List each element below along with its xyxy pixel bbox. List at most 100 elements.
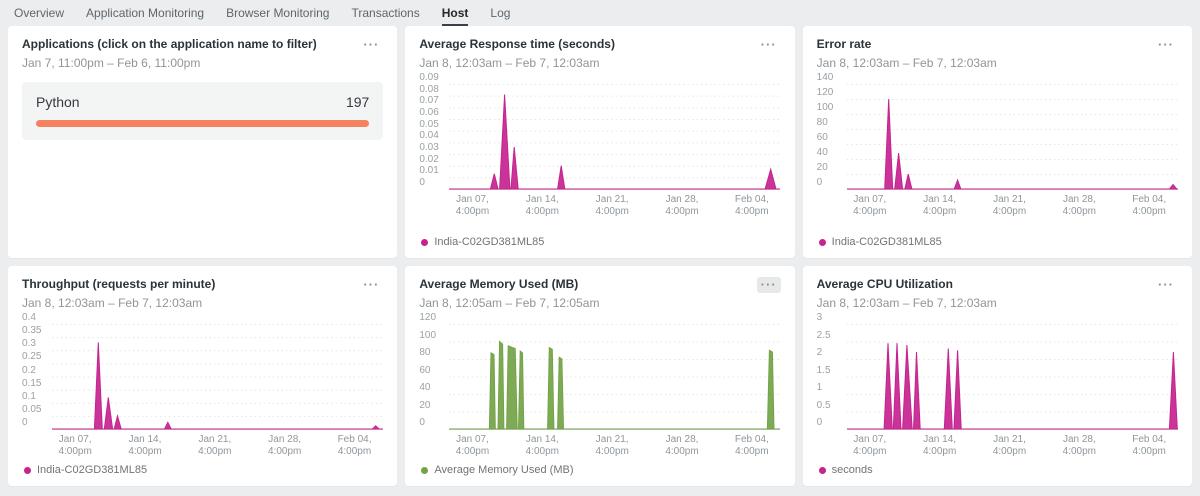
x-axis-tick: Jan 28,4:00pm xyxy=(1047,194,1111,218)
nav-tab-application-monitoring[interactable]: Application Monitoring xyxy=(86,1,204,26)
cpu-panel-daterange: Jan 8, 12:03am – Feb 7, 12:03am xyxy=(817,296,1178,310)
y-axis-tick: 0.05 xyxy=(22,405,41,415)
y-axis-tick: 2 xyxy=(817,348,823,358)
legend-dot-icon xyxy=(24,467,31,474)
y-axis-tick: 80 xyxy=(817,118,828,128)
y-axis-labels: 140120100806040200 xyxy=(817,80,846,190)
y-axis-tick: 0.08 xyxy=(419,85,438,95)
application-count: 197 xyxy=(346,94,369,110)
application-count-bar xyxy=(36,120,369,127)
cpu-panel: Average CPU Utilization ··· Jan 8, 12:03… xyxy=(803,266,1192,486)
chart-plot-area[interactable] xyxy=(847,320,1178,430)
response-time-panel-header: Average Response time (seconds) ··· xyxy=(419,37,780,53)
y-axis-tick: 0.5 xyxy=(817,401,831,411)
overflow-menu-icon[interactable]: ··· xyxy=(757,37,781,53)
response-time-chart[interactable]: 0.090.080.070.060.050.040.030.020.010 Ja… xyxy=(419,80,780,221)
nav-tab-host[interactable]: Host xyxy=(442,1,469,26)
y-axis-tick: 0 xyxy=(817,178,823,188)
throughput-panel-title: Throughput (requests per minute) xyxy=(22,277,359,291)
legend-label: seconds xyxy=(832,464,873,476)
throughput-panel-header: Throughput (requests per minute) ··· xyxy=(22,277,383,293)
legend-item-host[interactable]: India-C02GD381ML85 xyxy=(419,236,780,248)
x-axis-tick: Jan 21,4:00pm xyxy=(978,434,1042,458)
application-name[interactable]: Python xyxy=(36,94,80,110)
y-axis-tick: 0.02 xyxy=(419,155,438,165)
x-axis-labels: Jan 07,4:00pmJan 14,4:00pmJan 21,4:00pmJ… xyxy=(847,194,1178,221)
x-axis-labels: Jan 07,4:00pmJan 14,4:00pmJan 21,4:00pmJ… xyxy=(52,434,383,461)
x-axis-tick: Feb 04,4:00pm xyxy=(1117,194,1181,218)
x-axis-tick: Jan 14,4:00pm xyxy=(510,434,574,458)
legend-item-seconds[interactable]: seconds xyxy=(817,464,1178,476)
y-axis-tick: 120 xyxy=(419,313,436,323)
nav-tab-log[interactable]: Log xyxy=(490,1,510,26)
dashboard-grid: Applications (click on the application n… xyxy=(8,26,1192,486)
error-rate-panel-header: Error rate ··· xyxy=(817,37,1178,53)
x-axis-tick: Feb 04,4:00pm xyxy=(720,194,784,218)
x-axis-labels: Jan 07,4:00pmJan 14,4:00pmJan 21,4:00pmJ… xyxy=(847,434,1178,461)
y-axis-tick: 40 xyxy=(817,148,828,158)
legend-dot-icon xyxy=(421,239,428,246)
application-filter-row-python[interactable]: Python 197 xyxy=(22,82,383,140)
overflow-menu-icon[interactable]: ··· xyxy=(359,277,383,293)
cpu-chart[interactable]: 32.521.510.50 Jan 07,4:00pmJan 14,4:00pm… xyxy=(817,320,1178,461)
overflow-menu-icon[interactable]: ··· xyxy=(1154,277,1178,293)
legend-dot-icon xyxy=(819,239,826,246)
applications-panel: Applications (click on the application n… xyxy=(8,26,397,258)
x-axis-tick: Jan 21,4:00pm xyxy=(580,434,644,458)
x-axis-tick: Feb 04,4:00pm xyxy=(1117,434,1181,458)
y-axis-tick: 0.35 xyxy=(22,326,41,336)
y-axis-tick: 60 xyxy=(419,366,430,376)
memory-chart[interactable]: 120100806040200 Jan 07,4:00pmJan 14,4:00… xyxy=(419,320,780,461)
y-axis-tick: 0.07 xyxy=(419,96,438,106)
error-rate-panel-title: Error rate xyxy=(817,37,1154,51)
legend-item-host[interactable]: India-C02GD381ML85 xyxy=(817,236,1178,248)
throughput-panel: Throughput (requests per minute) ··· Jan… xyxy=(8,266,397,486)
cpu-panel-title: Average CPU Utilization xyxy=(817,277,1154,291)
y-axis-labels: 0.40.350.30.250.20.150.10.050 xyxy=(22,320,51,430)
nav-tab-browser-monitoring[interactable]: Browser Monitoring xyxy=(226,1,329,26)
x-axis-tick: Jan 28,4:00pm xyxy=(253,434,317,458)
y-axis-tick: 60 xyxy=(817,133,828,143)
x-axis-tick: Jan 28,4:00pm xyxy=(650,434,714,458)
x-axis-tick: Jan 28,4:00pm xyxy=(650,194,714,218)
x-axis-labels: Jan 07,4:00pmJan 14,4:00pmJan 21,4:00pmJ… xyxy=(449,434,780,461)
overflow-menu-icon[interactable]: ··· xyxy=(359,37,383,53)
legend-item-memory[interactable]: Average Memory Used (MB) xyxy=(419,464,780,476)
memory-panel-daterange: Jan 8, 12:05am – Feb 7, 12:05am xyxy=(419,296,780,310)
y-axis-tick: 0 xyxy=(22,418,28,428)
application-row: Python 197 xyxy=(36,94,369,110)
y-axis-tick: 1 xyxy=(817,383,823,393)
x-axis-tick: Jan 21,4:00pm xyxy=(183,434,247,458)
nav-tab-overview[interactable]: Overview xyxy=(14,1,64,26)
y-axis-tick: 0.1 xyxy=(22,392,36,402)
nav-tab-transactions[interactable]: Transactions xyxy=(351,1,419,26)
y-axis-tick: 100 xyxy=(817,103,834,113)
y-axis-tick: 80 xyxy=(419,348,430,358)
error-rate-chart[interactable]: 140120100806040200 Jan 07,4:00pmJan 14,4… xyxy=(817,80,1178,221)
y-axis-tick: 140 xyxy=(817,73,834,83)
overflow-menu-icon[interactable]: ··· xyxy=(757,277,781,293)
y-axis-tick: 100 xyxy=(419,331,436,341)
y-axis-tick: 0.3 xyxy=(22,339,36,349)
x-axis-tick: Jan 07,4:00pm xyxy=(440,434,504,458)
throughput-chart[interactable]: 0.40.350.30.250.20.150.10.050 Jan 07,4:0… xyxy=(22,320,383,461)
overflow-menu-icon[interactable]: ··· xyxy=(1154,37,1178,53)
chart-plot-area[interactable] xyxy=(847,80,1178,190)
y-axis-tick: 0 xyxy=(419,178,425,188)
legend-label: India-C02GD381ML85 xyxy=(434,236,544,248)
legend-label: Average Memory Used (MB) xyxy=(434,464,573,476)
legend-label: India-C02GD381ML85 xyxy=(37,464,147,476)
x-axis-tick: Jan 28,4:00pm xyxy=(1047,434,1111,458)
x-axis-tick: Jan 14,4:00pm xyxy=(908,194,972,218)
y-axis-tick: 0.09 xyxy=(419,73,438,83)
chart-plot-area[interactable] xyxy=(449,320,780,430)
y-axis-tick: 0.4 xyxy=(22,313,36,323)
legend-item-host[interactable]: India-C02GD381ML85 xyxy=(22,464,383,476)
chart-plot-area[interactable] xyxy=(449,80,780,190)
chart-plot-area[interactable] xyxy=(52,320,383,430)
y-axis-tick: 0.06 xyxy=(419,108,438,118)
legend-label: India-C02GD381ML85 xyxy=(832,236,942,248)
legend-dot-icon xyxy=(819,467,826,474)
x-axis-tick: Jan 07,4:00pm xyxy=(440,194,504,218)
y-axis-labels: 120100806040200 xyxy=(419,320,448,430)
